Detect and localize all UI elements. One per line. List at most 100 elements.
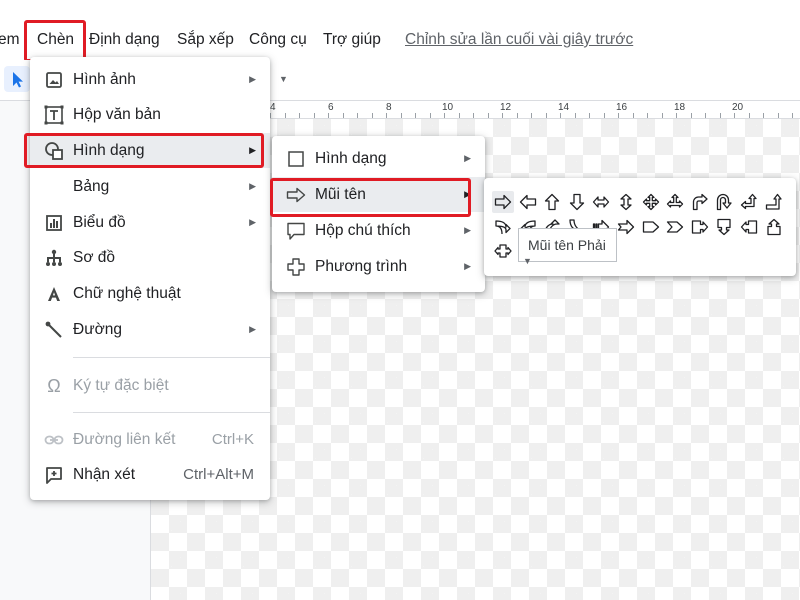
- ruler-tick: [778, 113, 779, 118]
- menu-item-label: Phương trình: [315, 257, 408, 275]
- ruler-tick: [763, 113, 764, 118]
- ruler-tick: [604, 113, 605, 118]
- ruler-tick: [401, 113, 402, 118]
- ruler-tick: [473, 113, 474, 118]
- menu-item-label: Sơ đồ: [73, 248, 116, 266]
- menu-tools[interactable]: Công cụ: [249, 31, 307, 49]
- insert-menu: Hình ảnh ▶ Hộp văn bản Hình dạng ▶ Bảng …: [30, 57, 270, 500]
- left-right-arrow-icon[interactable]: [590, 191, 612, 213]
- u-turn-arrow-icon[interactable]: [713, 191, 735, 213]
- submenu-arrow-icon: ▶: [464, 153, 471, 163]
- ruler-tick: [517, 113, 518, 118]
- ruler-number: 10: [442, 102, 454, 113]
- menu-item-link: Đường liên kết Ctrl+K: [30, 422, 270, 457]
- ruler-tick: [415, 113, 416, 118]
- menu-item-comment[interactable]: Nhận xét Ctrl+Alt+M: [30, 457, 270, 492]
- left-up-arrow-icon[interactable]: [738, 191, 760, 213]
- ruler-tick: [328, 113, 329, 118]
- menu-item-label: Hộp chú thích: [315, 221, 411, 239]
- menu-arrange[interactable]: Sắp xếp: [177, 31, 234, 49]
- menu-help[interactable]: Trợ giúp: [323, 31, 381, 49]
- ruler-tick: [749, 113, 750, 118]
- ruler-tick: [560, 113, 561, 118]
- submenu-item-callouts[interactable]: Hộp chú thích ▶: [272, 213, 485, 248]
- last-edit-link[interactable]: Chỉnh sửa lần cuối vài giây trước: [405, 31, 633, 49]
- menu-item-text-box[interactable]: Hộp văn bản: [30, 97, 270, 132]
- chart-icon: [44, 213, 64, 233]
- ruler-number: 12: [500, 102, 512, 113]
- ruler-number: 8: [386, 102, 392, 113]
- ruler-tick: [299, 113, 300, 118]
- submenu-arrow-icon: ▶: [464, 261, 471, 271]
- tooltip: Mũi tên Phải: [518, 228, 617, 262]
- menu-item-image[interactable]: Hình ảnh ▶: [30, 62, 270, 97]
- bent-up-arrow-icon[interactable]: [763, 191, 785, 213]
- ruler-tick: [444, 113, 445, 118]
- ruler-tick: [343, 113, 344, 118]
- curved-right-arrow-icon[interactable]: [492, 216, 514, 238]
- menu-item-label: Hình ảnh: [73, 70, 136, 88]
- left-arrow-icon[interactable]: [517, 191, 539, 213]
- link-icon: [44, 430, 64, 450]
- pentagon-arrow-icon[interactable]: [640, 216, 662, 238]
- ruler-number: 4: [270, 102, 276, 113]
- ruler-tick: [430, 113, 431, 118]
- menu-item-chart[interactable]: Biểu đồ ▶: [30, 205, 270, 240]
- down-arrow-icon[interactable]: [566, 191, 588, 213]
- ruler-tick: [618, 113, 619, 118]
- down-arrow-callout-icon[interactable]: [713, 216, 735, 238]
- menu-item-label: Bảng: [73, 177, 110, 195]
- ruler-number: 18: [674, 102, 686, 113]
- submenu-item-shapes[interactable]: Hình dạng ▶: [272, 141, 485, 176]
- ruler-number: 20: [732, 102, 744, 113]
- select-tool-button[interactable]: [4, 66, 30, 92]
- menu-item-diagram[interactable]: Sơ đồ: [30, 240, 270, 275]
- callout-icon: [286, 221, 306, 241]
- menu-item-line[interactable]: Đường ▶: [30, 312, 270, 347]
- ruler-tick: [270, 113, 271, 118]
- quad-arrow-icon[interactable]: [640, 191, 662, 213]
- menu-item-label: Hình dạng: [315, 149, 387, 167]
- left-arrow-callout-icon[interactable]: [738, 216, 760, 238]
- menu-item-word-art[interactable]: Chữ nghệ thuật: [30, 276, 270, 311]
- menu-item-label: Hộp văn bản: [73, 105, 161, 123]
- plus-outline-icon: [286, 257, 306, 277]
- right-arrow-icon[interactable]: [492, 191, 514, 213]
- up-down-arrow-icon[interactable]: [615, 191, 637, 213]
- word-art-icon: [44, 284, 64, 304]
- menu-item-label: Đường liên kết: [73, 430, 176, 448]
- up-arrow-callout-icon[interactable]: [763, 216, 785, 238]
- comment-add-icon: [44, 465, 64, 485]
- menu-item-table[interactable]: Bảng ▶: [30, 169, 270, 204]
- submenu-arrow-icon: ▶: [249, 217, 256, 227]
- chevron-arrow-icon[interactable]: [664, 216, 686, 238]
- ruler-number: 6: [328, 102, 334, 113]
- left-right-arrow-callout-icon[interactable]: [492, 240, 514, 262]
- toolbar-dropdown-caret-icon[interactable]: ▼: [279, 74, 288, 84]
- menu-item-label: Chữ nghệ thuật: [73, 284, 181, 302]
- ruler-number: 16: [616, 102, 628, 113]
- text-box-icon: [44, 105, 64, 125]
- up-arrow-icon[interactable]: [541, 191, 563, 213]
- submenu-item-equations[interactable]: Phương trình ▶: [272, 249, 485, 284]
- ruler-number: 14: [558, 102, 570, 113]
- submenu-arrow-icon: ▶: [249, 324, 256, 334]
- menu-item-label: Nhận xét: [73, 465, 136, 483]
- right-arrow-callout-icon[interactable]: [689, 216, 711, 238]
- ruler-tick: [792, 113, 793, 118]
- ruler-tick: [705, 113, 706, 118]
- ruler-tick: [575, 113, 576, 118]
- ruler-tick: [285, 113, 286, 118]
- left-right-up-arrow-icon[interactable]: [664, 191, 686, 213]
- shortcut-label: Ctrl+Alt+M: [183, 466, 254, 483]
- menu-view-partial[interactable]: em: [0, 31, 20, 49]
- ruler-tick: [589, 113, 590, 118]
- notched-right-arrow-icon[interactable]: [615, 216, 637, 238]
- menu-format[interactable]: Định dạng: [89, 31, 160, 49]
- menu-item-label: Biểu đồ: [73, 213, 126, 231]
- line-icon: [44, 320, 64, 340]
- ruler-tick: [633, 113, 634, 118]
- more-shapes-caret-icon[interactable]: ▼: [523, 256, 532, 266]
- bent-arrow-icon[interactable]: [689, 191, 711, 213]
- ruler-tick: [691, 113, 692, 118]
